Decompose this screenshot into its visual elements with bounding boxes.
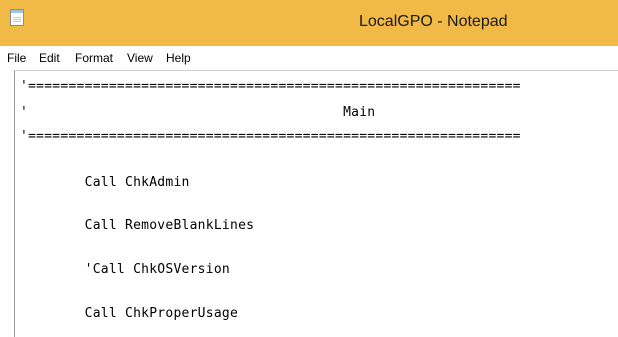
notepad-icon[interactable] (10, 9, 24, 26)
code-line: Call ChkAdmin (20, 175, 190, 190)
code-line: Call ChkProperUsage (20, 306, 239, 321)
code-line: '=======================================… (20, 79, 521, 94)
code-line: 'Call ChkOSVersion (20, 262, 230, 277)
text-editor[interactable]: '=======================================… (14, 70, 618, 337)
menu-view[interactable]: View (127, 51, 153, 65)
code-line: ' Main (20, 105, 376, 120)
window-title: LocalGPO - Notepad (359, 13, 508, 30)
menu-bar: File Edit Format View Help (0, 46, 618, 70)
notepad-window: LocalGPO - Notepad File Edit Format View… (0, 0, 618, 337)
menu-format[interactable]: Format (75, 51, 113, 65)
code-line: '=======================================… (20, 129, 521, 144)
menu-help[interactable]: Help (166, 51, 191, 65)
title-bar[interactable]: LocalGPO - Notepad (0, 0, 618, 46)
menu-file[interactable]: File (7, 51, 26, 65)
code-line: Call RemoveBlankLines (20, 218, 255, 233)
menu-edit[interactable]: Edit (39, 51, 60, 65)
